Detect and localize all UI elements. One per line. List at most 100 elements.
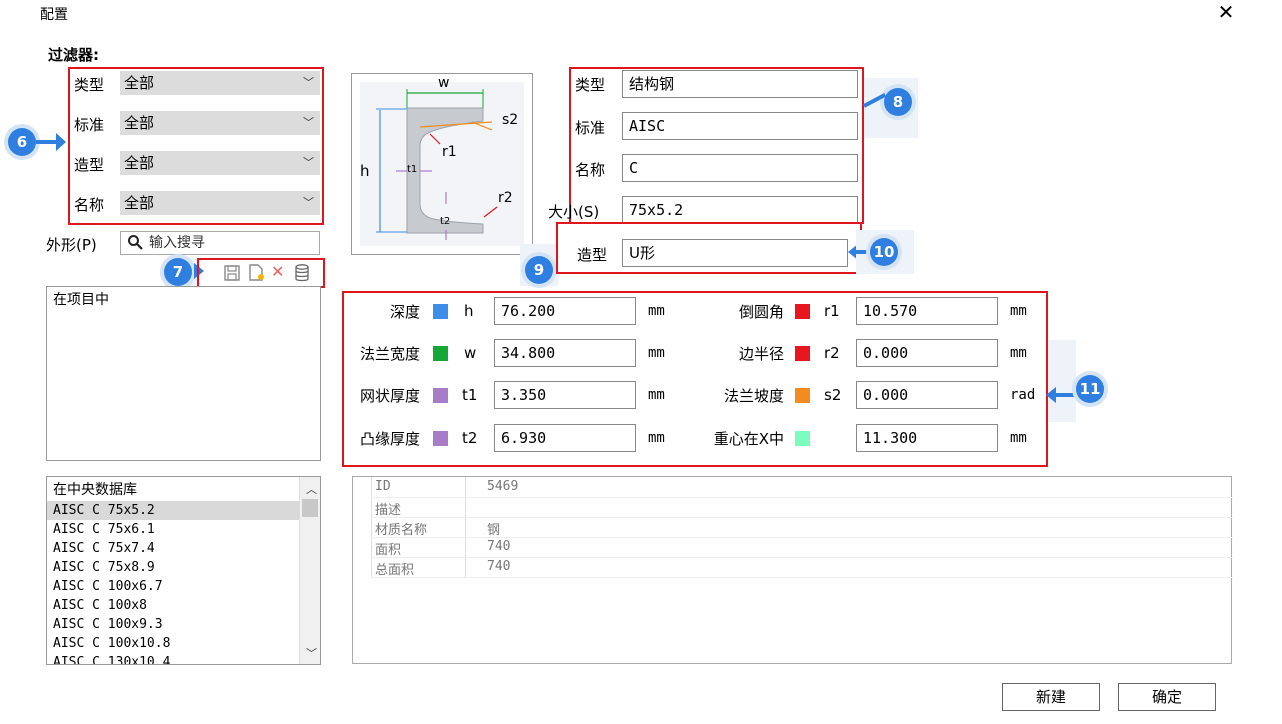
diagram-t1-label: t1 xyxy=(407,164,418,175)
scroll-down-icon[interactable]: ﹀ xyxy=(306,645,317,661)
filter-type-value: 全部 xyxy=(124,74,155,92)
diagram-r2-label: r2 xyxy=(498,190,513,206)
param-unit: mm xyxy=(648,430,665,446)
callout-badge-9: 9 xyxy=(525,256,553,284)
db-list-header: 在中央数据库 xyxy=(53,482,137,498)
chevron-down-icon: ﹀ xyxy=(303,116,314,129)
param-color-swatch xyxy=(795,388,810,403)
save-icon[interactable] xyxy=(224,265,240,281)
param-color-swatch xyxy=(433,388,448,403)
delete-icon[interactable]: ✕ xyxy=(271,262,284,281)
callout-arrow xyxy=(1054,393,1076,397)
db-list[interactable]: 在中央数据库 AISC C 75x5.2 AISC C 75x6.1 AISC … xyxy=(46,476,321,665)
param-color-swatch xyxy=(795,346,810,361)
param-symbol: t2 xyxy=(462,429,478,447)
callout-badge-6: 6 xyxy=(8,128,36,156)
table-row[interactable]: 面积 740 xyxy=(371,537,1233,558)
param-flange-thickness-label: 凸缘厚度 xyxy=(359,430,420,448)
new-button[interactable]: 新建 xyxy=(1002,683,1100,711)
list-item[interactable]: AISC C 130x10.4 xyxy=(47,653,299,664)
param-unit: mm xyxy=(648,303,665,319)
param-unit: rad xyxy=(1010,387,1036,403)
param-depth-label: 深度 xyxy=(389,303,420,321)
param-web-thickness-field[interactable]: 3.350 xyxy=(494,381,636,409)
param-fillet-label: 倒圆角 xyxy=(738,303,784,321)
new-file-icon[interactable] xyxy=(248,264,266,282)
filter-type-label: 类型 xyxy=(74,76,105,94)
param-fillet-field[interactable]: 10.570 xyxy=(856,297,998,325)
search-input[interactable]: 输入搜寻 xyxy=(120,231,320,255)
param-edge-radius-label: 边半径 xyxy=(738,345,784,363)
property-value: 钢 xyxy=(487,523,501,538)
param-color-swatch xyxy=(433,431,448,446)
properties-table[interactable]: ID 5469 描述 材质名称 钢 面积 740 总面积 740 xyxy=(352,476,1233,664)
callout-arrow xyxy=(36,140,58,144)
detail-name-label: 名称 xyxy=(575,161,606,179)
detail-type-label: 类型 xyxy=(575,76,606,94)
detail-name-field[interactable]: C xyxy=(622,154,858,182)
param-color-swatch xyxy=(433,346,448,361)
list-item[interactable]: AISC C 75x5.2 xyxy=(47,501,299,520)
list-item[interactable]: AISC C 100x9.3 xyxy=(47,615,299,634)
property-key: ID xyxy=(375,479,391,494)
diagram-s2-label: s2 xyxy=(502,112,519,128)
filter-name-value: 全部 xyxy=(124,194,155,212)
close-icon[interactable]: ✕ xyxy=(1216,0,1236,24)
param-flange-thickness-field[interactable]: 6.930 xyxy=(494,424,636,452)
param-flange-width-label: 法兰宽度 xyxy=(359,345,420,363)
param-unit: mm xyxy=(1010,430,1027,446)
profile-diagram: w h s2 r1 r2 t1 t2 xyxy=(351,73,533,255)
list-item[interactable]: AISC C 100x6.7 xyxy=(47,577,299,596)
arrow-head-icon xyxy=(56,133,66,151)
filter-shape-select[interactable]: 全部 ﹀ xyxy=(120,151,320,175)
detail-shape-label: 造型 xyxy=(577,246,608,264)
param-color-swatch xyxy=(433,304,448,319)
chevron-down-icon: ﹀ xyxy=(303,156,314,169)
scrollbar[interactable]: ︿ ﹀ xyxy=(299,477,320,664)
param-symbol: t1 xyxy=(462,386,478,404)
callout-badge-10: 10 xyxy=(870,238,898,266)
param-unit: mm xyxy=(648,345,665,361)
filter-standard-label: 标准 xyxy=(74,116,105,134)
param-depth-field[interactable]: 76.200 xyxy=(494,297,636,325)
list-item[interactable]: AISC C 100x8 xyxy=(47,596,299,615)
badge-backdrop xyxy=(1048,340,1076,422)
param-centroid-x-label: 重心在X中 xyxy=(713,430,784,448)
table-row[interactable]: 材质名称 钢 xyxy=(371,517,1233,538)
callout-badge-11: 11 xyxy=(1076,375,1104,403)
search-icon xyxy=(128,235,143,250)
list-item[interactable]: AISC C 75x8.9 xyxy=(47,558,299,577)
detail-type-field[interactable]: 结构钢 xyxy=(622,70,858,98)
property-value: 5469 xyxy=(487,479,519,494)
table-row[interactable]: 描述 xyxy=(371,497,1233,518)
param-centroid-x-field[interactable]: 11.300 xyxy=(856,424,998,452)
filter-name-select[interactable]: 全部 ﹀ xyxy=(120,191,320,215)
window-title: 配置 xyxy=(40,7,68,23)
param-flange-width-field[interactable]: 34.800 xyxy=(494,339,636,367)
detail-shape-field[interactable]: U形 xyxy=(622,239,848,267)
project-list[interactable]: 在项目中 xyxy=(46,286,321,461)
filter-standard-select[interactable]: 全部 ﹀ xyxy=(120,111,320,135)
scroll-up-icon[interactable]: ︿ xyxy=(306,481,317,497)
param-symbol: r1 xyxy=(824,302,840,320)
detail-standard-field[interactable]: AISC xyxy=(622,112,858,140)
param-flange-slope-field[interactable]: 0.000 xyxy=(856,381,998,409)
list-item[interactable]: AISC C 75x6.1 xyxy=(47,520,299,539)
project-list-header: 在项目中 xyxy=(53,292,109,308)
scrollbar-thumb[interactable] xyxy=(302,499,318,517)
param-edge-radius-field[interactable]: 0.000 xyxy=(856,339,998,367)
param-flange-slope-label: 法兰坡度 xyxy=(723,387,784,405)
property-key: 材质名称 xyxy=(375,523,428,538)
filter-type-select[interactable]: 全部 ﹀ xyxy=(120,71,320,95)
database-icon[interactable] xyxy=(294,264,310,282)
list-item[interactable]: AISC C 75x7.4 xyxy=(47,539,299,558)
param-color-swatch xyxy=(795,304,810,319)
param-symbol: h xyxy=(464,302,474,320)
table-row[interactable]: 总面积 740 xyxy=(371,557,1233,578)
detail-size-field[interactable]: 75x5.2 xyxy=(622,196,858,224)
list-item[interactable]: AISC C 100x10.8 xyxy=(47,634,299,653)
table-row[interactable]: ID 5469 xyxy=(371,477,1233,498)
diagram-w-label: w xyxy=(438,75,450,91)
ok-button[interactable]: 确定 xyxy=(1118,683,1216,711)
param-symbol: s2 xyxy=(824,386,842,404)
